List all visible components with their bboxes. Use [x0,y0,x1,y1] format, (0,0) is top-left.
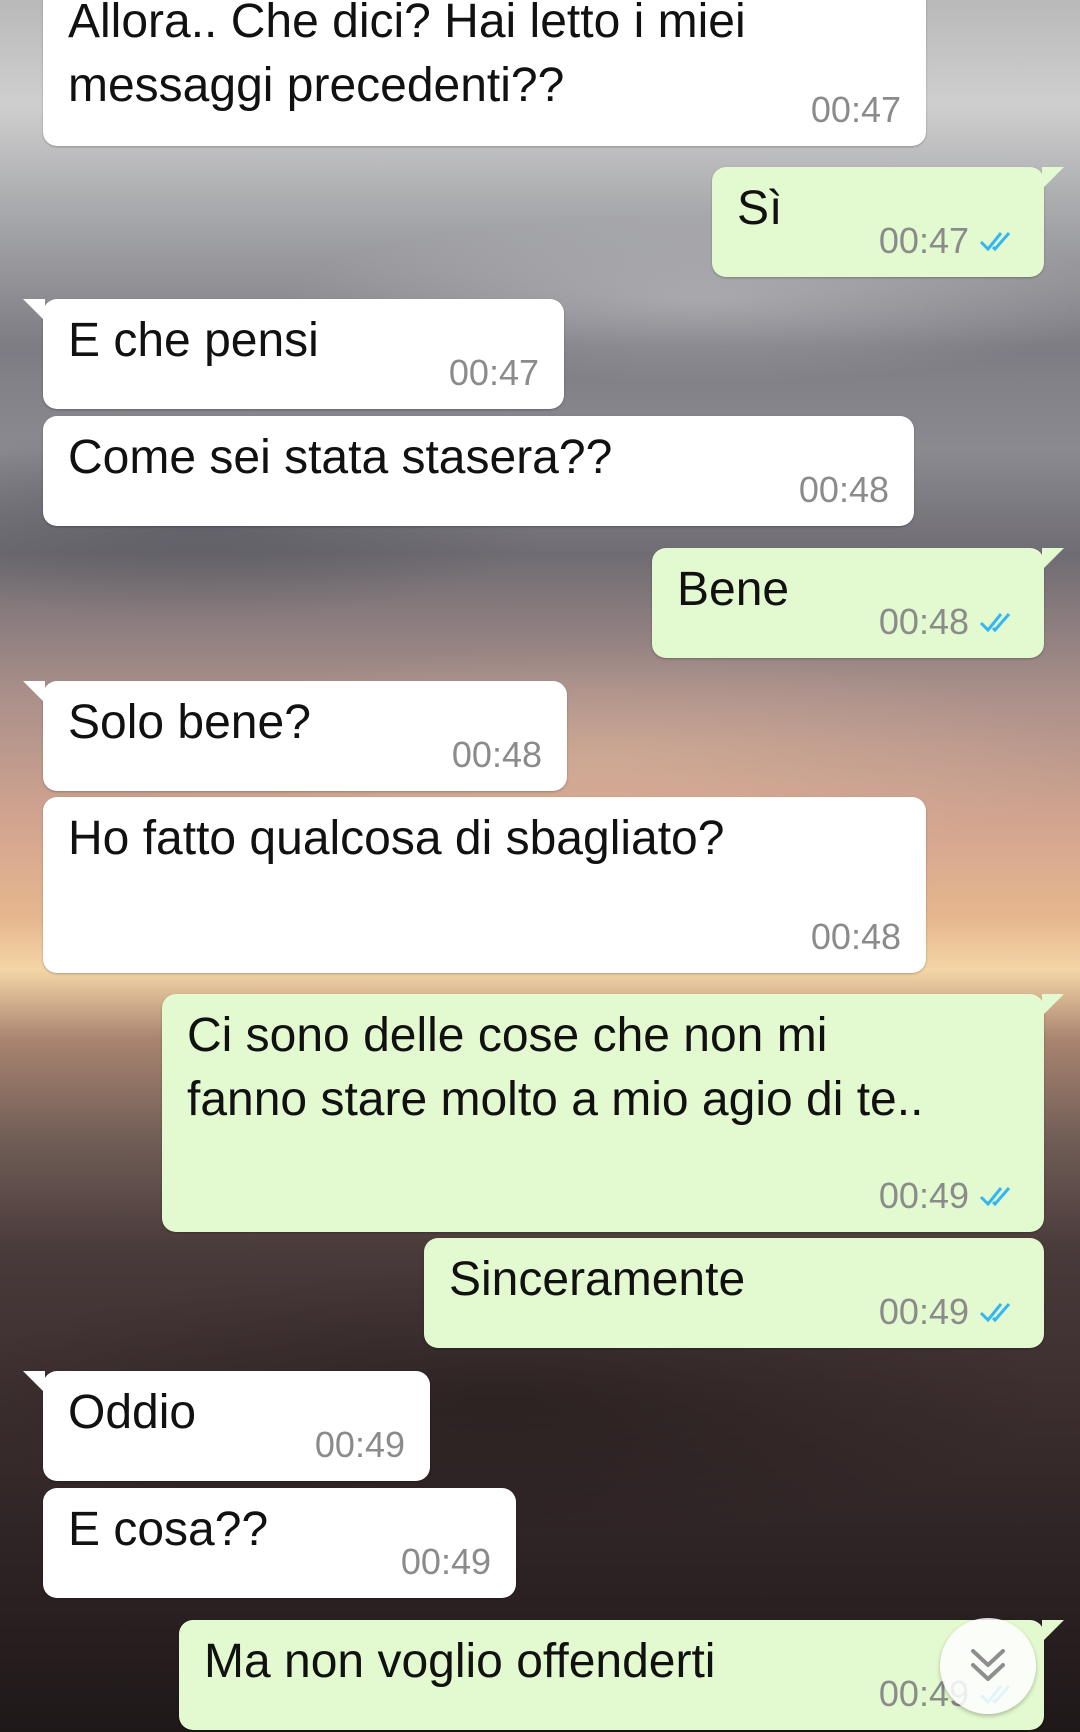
scroll-to-bottom-button[interactable] [940,1618,1036,1714]
message-meta: 00:47 [811,90,901,130]
double-check-icon [979,1303,1011,1323]
double-check-icon [979,613,1011,633]
message-time: 00:47 [810,89,901,130]
message-time: 00:47 [878,220,969,261]
double-check-icon [979,1187,1011,1207]
message-meta: 00:49 [315,1425,405,1465]
double-check-icon [979,232,1011,252]
message-meta: 00:48 [799,470,889,510]
message-incoming[interactable]: Allora.. Che dici? Hai letto i miei mess… [43,0,926,146]
message-incoming[interactable]: Ho fatto qualcosa di sbagliato? 00:48 [43,797,926,973]
message-incoming[interactable]: Come sei stata stasera?? 00:48 [43,416,914,526]
message-outgoing[interactable]: Bene 00:48 [652,548,1064,658]
double-chevron-down-icon [971,1649,1005,1681]
message-incoming[interactable]: Solo bene? 00:48 [23,681,567,791]
message-time: 00:47 [448,352,539,393]
message-meta: 00:48 [452,735,542,775]
message-time: 00:49 [314,1424,405,1465]
message-time: 00:48 [798,469,889,510]
message-meta: 00:49 [879,1176,1019,1216]
message-text: Allora.. Che dici? Hai letto i miei mess… [68,0,746,112]
message-meta: 00:48 [811,917,901,957]
message-meta: 00:47 [879,221,1019,261]
message-time: 00:48 [810,916,901,957]
message-time: 00:48 [451,734,542,775]
message-meta: 00:47 [449,353,539,393]
message-incoming[interactable]: Oddio 00:49 [23,1371,430,1481]
message-meta: 00:48 [879,602,1019,642]
message-outgoing[interactable]: Sì 00:47 [712,167,1064,277]
message-incoming[interactable]: E che pensi 00:47 [23,299,564,409]
message-text: Ho fatto qualcosa di sbagliato? [68,812,725,865]
message-outgoing[interactable]: Ci sono delle cose che non mi fanno star… [162,994,1064,1232]
message-text: Come sei stata stasera?? [68,431,613,484]
message-time: 00:49 [400,1541,491,1582]
message-time: 00:49 [878,1175,969,1216]
message-time: 00:48 [878,601,969,642]
message-meta: 00:49 [401,1542,491,1582]
message-text: Ci sono delle cose che non mi fanno star… [187,1009,924,1126]
message-outgoing[interactable]: Ma non voglio offenderti 00:49 [179,1620,1064,1730]
message-meta: 00:49 [879,1292,1019,1332]
message-incoming[interactable]: E cosa?? 00:49 [43,1488,516,1598]
message-outgoing[interactable]: Sinceramente 00:49 [424,1238,1044,1348]
message-time: 00:49 [878,1291,969,1332]
